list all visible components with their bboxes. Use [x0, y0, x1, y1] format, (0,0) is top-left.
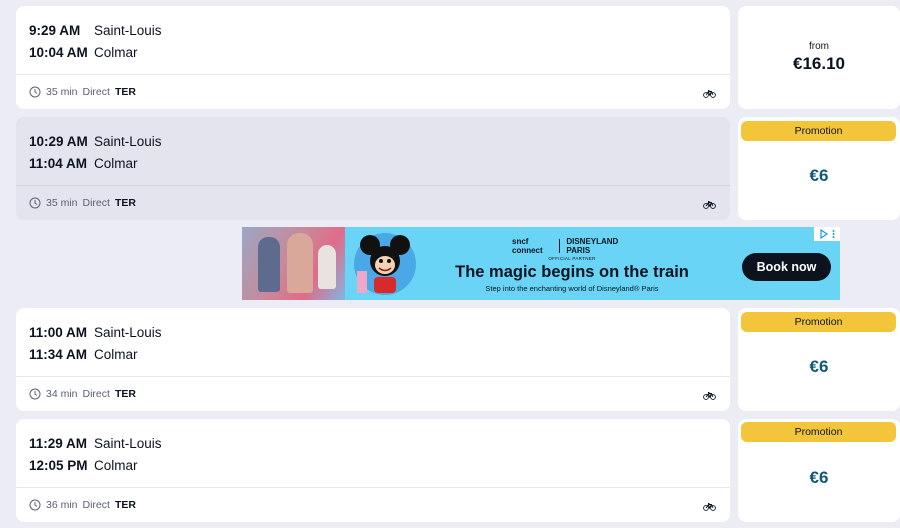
card-divider	[16, 185, 730, 186]
trip-meta: 35 min Direct TER	[29, 197, 136, 209]
ad-photo	[242, 227, 345, 300]
trip-card[interactable]: 9:29 AM Saint-Louis 10:04 AM Colmar 35 m…	[16, 6, 730, 109]
trip-stops: 9:29 AM Saint-Louis 10:04 AM Colmar	[29, 19, 162, 64]
trip-duration: 36 min	[46, 499, 78, 511]
trip-stops: 11:00 AM Saint-Louis 11:34 AM Colmar	[29, 321, 162, 366]
arrival-time: 12:05 PM	[29, 458, 88, 474]
ad-partner-line: OFFICIAL PARTNER	[548, 256, 596, 261]
book-now-button[interactable]: Book now	[742, 253, 831, 281]
mickey-icon	[354, 233, 416, 295]
arrival-row: 12:05 PM Colmar	[29, 455, 162, 478]
arrival-time: 11:04 AM	[29, 156, 88, 172]
connection-type: Direct	[82, 499, 110, 511]
departure-time: 11:00 AM	[29, 324, 88, 340]
price-amount: €6	[809, 356, 829, 376]
trip-duration: 34 min	[46, 388, 78, 400]
departure-row: 11:00 AM Saint-Louis	[29, 321, 162, 344]
sncf-connect-logo: sncf connect	[512, 237, 543, 255]
departure-row: 9:29 AM Saint-Louis	[29, 19, 162, 42]
departure-station: Saint-Louis	[94, 133, 162, 149]
card-divider	[16, 376, 730, 377]
arrival-station: Colmar	[94, 45, 138, 61]
trip-stops: 10:29 AM Saint-Louis 11:04 AM Colmar	[29, 130, 162, 175]
train-mode: TER	[114, 499, 136, 511]
price-prefix: from	[809, 41, 829, 52]
departure-time: 10:29 AM	[29, 133, 88, 149]
trip-card[interactable]: 11:00 AM Saint-Louis 11:34 AM Colmar 34 …	[16, 308, 730, 411]
price-amount: €6	[809, 165, 829, 185]
departure-station: Saint-Louis	[94, 435, 162, 451]
connection-type: Direct	[82, 388, 110, 400]
clock-icon	[29, 499, 41, 511]
trip-stops: 11:29 AM Saint-Louis 12:05 PM Colmar	[29, 432, 162, 477]
trip-card[interactable]: 10:29 AM Saint-Louis 11:04 AM Colmar 35 …	[16, 117, 730, 220]
departure-row: 10:29 AM Saint-Louis	[29, 130, 162, 153]
promotion-badge: Promotion	[741, 121, 896, 141]
departure-time: 11:29 AM	[29, 435, 88, 451]
disneyland-logo: DISNEYLAND PARIS	[566, 237, 619, 255]
price-amount: €6	[809, 467, 829, 487]
adchoices-icon[interactable]	[814, 227, 840, 241]
clock-icon	[29, 86, 41, 98]
departure-time: 9:29 AM	[29, 22, 81, 38]
trip-meta: 36 min Direct TER	[29, 499, 136, 511]
card-divider	[16, 74, 730, 75]
bicycle-icon	[703, 392, 716, 400]
departure-row: 11:29 AM Saint-Louis	[29, 432, 162, 455]
arrival-row: 10:04 AM Colmar	[29, 42, 162, 65]
trip-duration: 35 min	[46, 86, 78, 98]
bicycle-icon	[703, 90, 716, 98]
arrival-time: 11:34 AM	[29, 347, 88, 363]
ad-headline: The magic begins on the train	[455, 263, 689, 281]
arrival-row: 11:34 AM Colmar	[29, 344, 162, 367]
ad-banner[interactable]: sncf connect DISNEYLAND PARIS OFFICIAL P…	[242, 227, 840, 300]
arrival-row: 11:04 AM Colmar	[29, 153, 162, 176]
departure-station: Saint-Louis	[94, 324, 162, 340]
arrival-time: 10:04 AM	[29, 45, 88, 61]
promotion-badge: Promotion	[741, 312, 896, 332]
trip-meta: 34 min Direct TER	[29, 388, 136, 400]
trip-card[interactable]: 11:29 AM Saint-Louis 12:05 PM Colmar 36 …	[16, 419, 730, 522]
arrival-station: Colmar	[94, 156, 138, 172]
bicycle-icon	[703, 503, 716, 511]
connection-type: Direct	[82, 86, 110, 98]
promotion-badge: Promotion	[741, 422, 896, 442]
train-mode: TER	[114, 197, 136, 209]
train-mode: TER	[114, 86, 136, 98]
clock-icon	[29, 388, 41, 400]
arrival-station: Colmar	[94, 347, 138, 363]
card-divider	[16, 487, 730, 488]
bicycle-icon	[703, 201, 716, 209]
trip-duration: 35 min	[46, 197, 78, 209]
price-card[interactable]: from €16.10	[738, 6, 900, 109]
train-mode: TER	[114, 388, 136, 400]
arrival-station: Colmar	[94, 458, 138, 474]
connection-type: Direct	[82, 197, 110, 209]
departure-station: Saint-Louis	[94, 22, 162, 38]
ad-subline: Step into the enchanting world of Disney…	[485, 284, 659, 293]
trip-meta: 35 min Direct TER	[29, 86, 136, 98]
price-amount: €16.10	[793, 54, 845, 73]
ad-brand: sncf connect DISNEYLAND PARIS	[512, 236, 632, 256]
clock-icon	[29, 197, 41, 209]
